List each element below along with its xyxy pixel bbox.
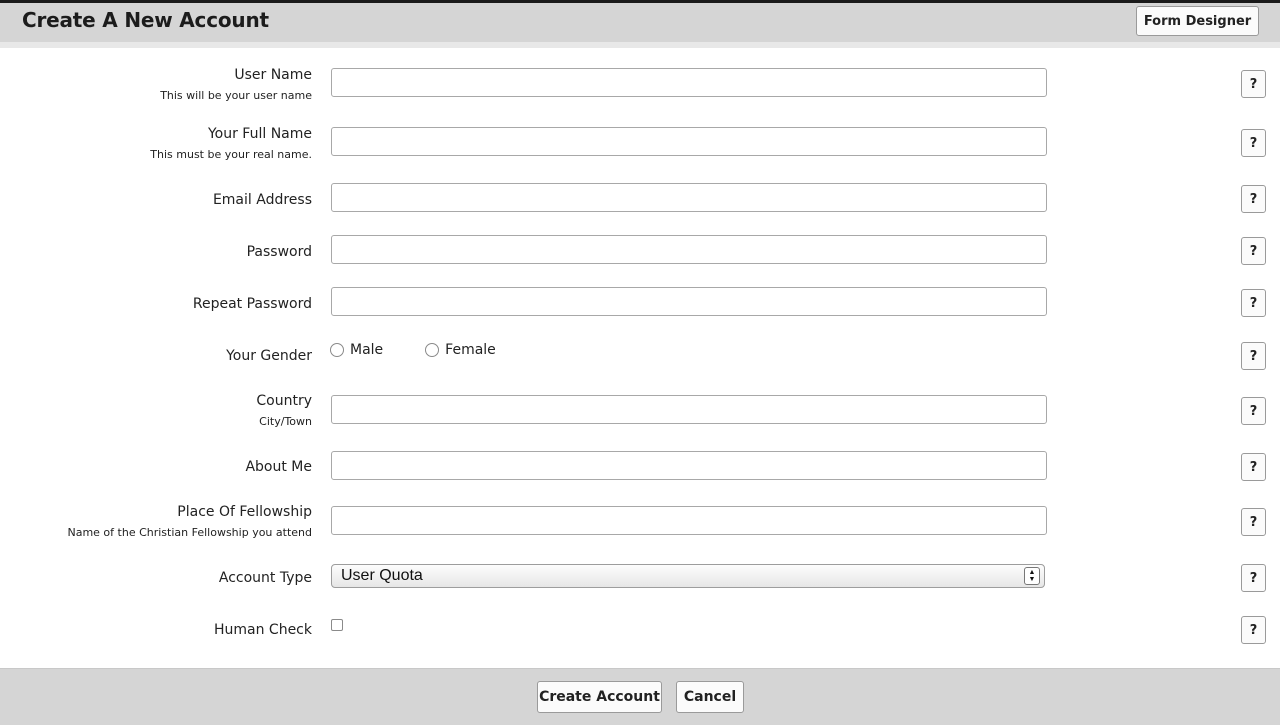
- email-help-button[interactable]: ?: [1241, 185, 1266, 213]
- gender-radio-group: Male Female: [330, 342, 538, 358]
- country-help-button[interactable]: ?: [1241, 397, 1266, 425]
- cancel-button[interactable]: Cancel: [676, 681, 744, 713]
- full-name-input[interactable]: [331, 127, 1047, 156]
- question-mark-icon: ?: [1249, 459, 1258, 475]
- about-me-label: About Me: [245, 459, 312, 475]
- human-check-help-button[interactable]: ?: [1241, 616, 1266, 644]
- user-name-label: User Name: [234, 67, 312, 83]
- repeat-password-input[interactable]: [331, 287, 1047, 316]
- password-input[interactable]: [331, 235, 1047, 264]
- question-mark-icon: ?: [1249, 76, 1258, 92]
- question-mark-icon: ?: [1249, 622, 1258, 638]
- human-check-label-block: Human Check: [214, 621, 312, 639]
- user-name-help-button[interactable]: ?: [1241, 70, 1266, 98]
- user-name-label-block: User Name This will be your user name: [160, 66, 312, 104]
- account-type-selected-value: User Quota: [341, 567, 423, 584]
- password-label: Password: [246, 244, 312, 260]
- fellowship-help-button[interactable]: ?: [1241, 508, 1266, 536]
- full-name-hint: This must be your real name.: [150, 148, 312, 161]
- question-mark-icon: ?: [1249, 570, 1258, 586]
- user-name-hint: This will be your user name: [160, 89, 312, 102]
- email-label: Email Address: [212, 192, 312, 208]
- gender-label-block: Your Gender: [226, 347, 312, 365]
- full-name-label: Your Full Name: [207, 126, 312, 142]
- full-name-help-button[interactable]: ?: [1241, 129, 1266, 157]
- fellowship-label-block: Place Of Fellowship Name of the Christia…: [67, 503, 312, 541]
- email-input[interactable]: [331, 183, 1047, 212]
- up-down-chevron-icon: ▲ ▼: [1024, 567, 1040, 585]
- create-account-form: User Name This will be your user name ? …: [0, 52, 1280, 667]
- male-radio-label: Male: [350, 342, 384, 358]
- question-mark-icon: ?: [1249, 403, 1258, 419]
- question-mark-icon: ?: [1249, 243, 1258, 259]
- about-me-label-block: About Me: [245, 458, 312, 476]
- password-help-button[interactable]: ?: [1241, 237, 1266, 265]
- repeat-password-help-button[interactable]: ?: [1241, 289, 1266, 317]
- password-label-block: Password: [247, 243, 312, 261]
- country-label: Country: [256, 393, 312, 409]
- account-type-label: Account Type: [218, 570, 312, 586]
- gender-help-button[interactable]: ?: [1241, 342, 1266, 370]
- page-header: Create A New Account Form Designer: [0, 3, 1280, 48]
- question-mark-icon: ?: [1249, 348, 1258, 364]
- repeat-password-label: Repeat Password: [192, 296, 312, 312]
- full-name-label-block: Your Full Name This must be your real na…: [150, 125, 312, 163]
- question-mark-icon: ?: [1249, 295, 1258, 311]
- page-title: Create A New Account: [22, 8, 269, 32]
- email-label-block: Email Address: [213, 191, 312, 209]
- user-name-input[interactable]: [331, 68, 1047, 97]
- fellowship-label: Place Of Fellowship: [177, 504, 312, 520]
- account-type-help-button[interactable]: ?: [1241, 564, 1266, 592]
- country-input[interactable]: [331, 395, 1047, 424]
- form-footer: Create Account Cancel: [0, 668, 1280, 725]
- female-radio-label: Female: [445, 342, 496, 358]
- about-me-help-button[interactable]: ?: [1241, 453, 1266, 481]
- repeat-password-label-block: Repeat Password: [193, 295, 312, 313]
- account-type-label-block: Account Type: [219, 569, 312, 587]
- gender-option-male[interactable]: Male: [330, 342, 383, 358]
- human-check-checkbox[interactable]: [331, 619, 343, 631]
- fellowship-input[interactable]: [331, 506, 1047, 535]
- form-designer-button[interactable]: Form Designer: [1136, 6, 1259, 36]
- question-mark-icon: ?: [1249, 514, 1258, 530]
- fellowship-hint: Name of the Christian Fellowship you att…: [67, 526, 312, 539]
- male-radio[interactable]: [330, 343, 344, 357]
- about-me-input[interactable]: [331, 451, 1047, 480]
- gender-option-female[interactable]: Female: [425, 342, 496, 358]
- create-account-button[interactable]: Create Account: [537, 681, 662, 713]
- account-type-select[interactable]: User Quota ▲ ▼: [331, 564, 1045, 588]
- country-hint: City/Town: [259, 415, 312, 428]
- question-mark-icon: ?: [1249, 191, 1258, 207]
- country-label-block: Country City/Town: [256, 392, 312, 430]
- gender-label: Your Gender: [226, 348, 312, 364]
- question-mark-icon: ?: [1249, 135, 1258, 151]
- human-check-label: Human Check: [213, 622, 312, 638]
- female-radio[interactable]: [425, 343, 440, 357]
